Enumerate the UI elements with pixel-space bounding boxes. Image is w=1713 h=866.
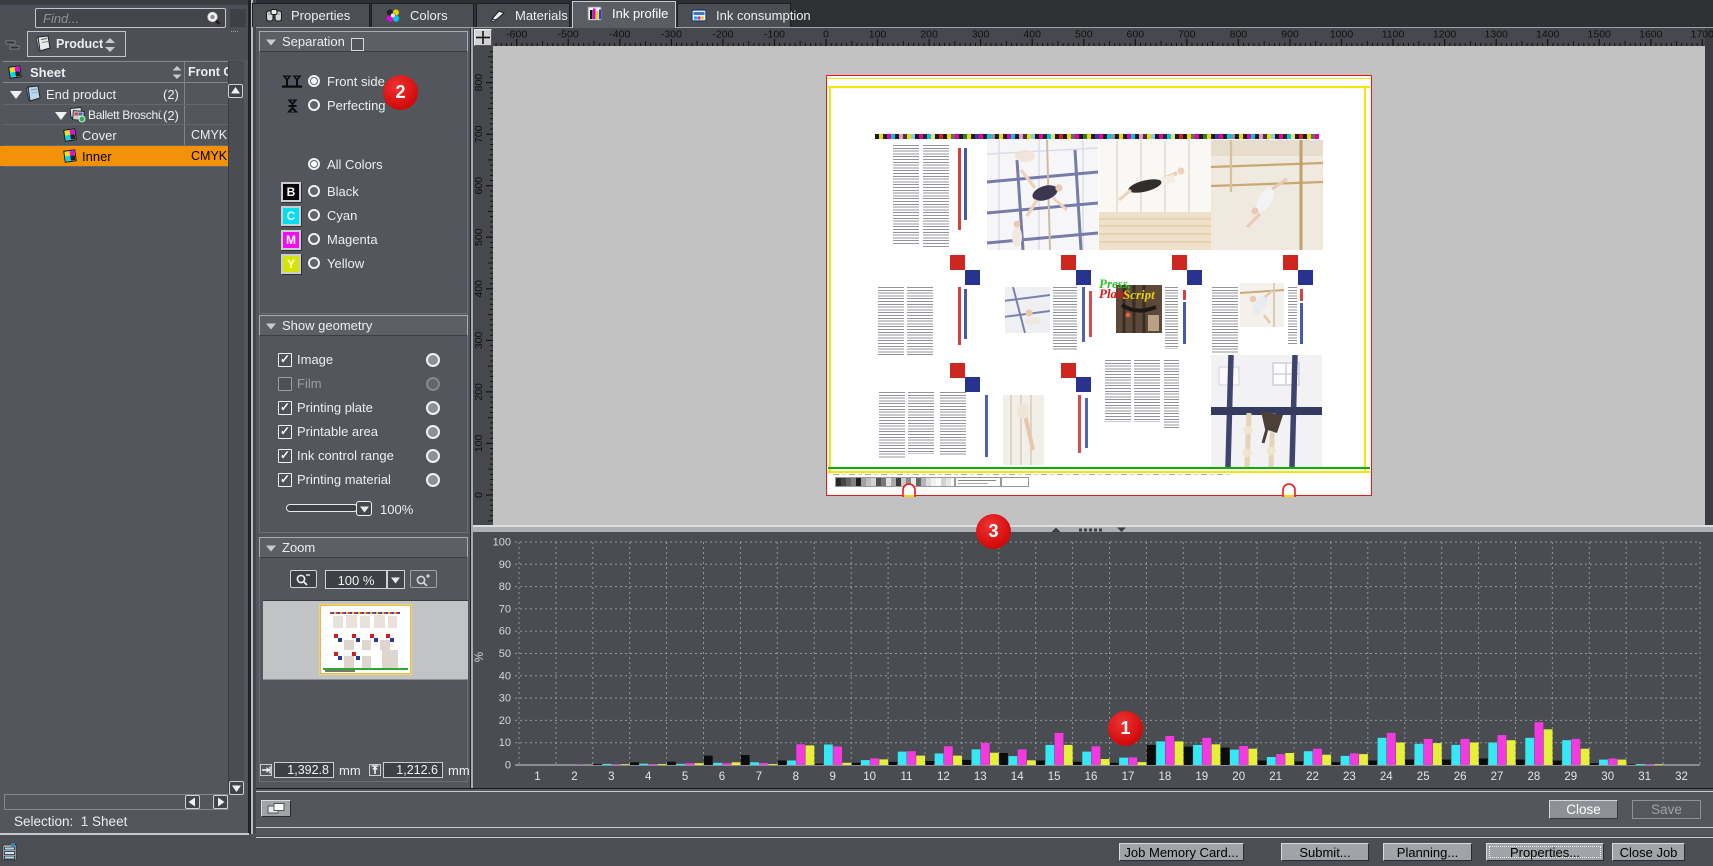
svg-text:100: 100 [493,537,511,549]
svg-text:400: 400 [473,280,485,298]
svg-text:23: 23 [1343,771,1356,783]
svg-text:31: 31 [1638,771,1651,783]
svg-text:25: 25 [1417,771,1430,783]
svg-text:14: 14 [1011,771,1024,783]
svg-text:11: 11 [901,771,913,783]
svg-text:13: 13 [974,771,987,783]
svg-text:30: 30 [1601,771,1614,783]
svg-text:-500: -500 [558,29,579,41]
svg-text:10: 10 [863,771,876,783]
svg-text:70: 70 [499,603,511,615]
svg-text:%: % [474,652,486,662]
svg-text:7: 7 [756,771,762,783]
svg-text:10: 10 [499,737,511,749]
svg-text:9: 9 [829,771,835,783]
svg-text:16: 16 [1085,771,1098,783]
svg-text:1700: 1700 [1691,29,1713,41]
svg-text:4: 4 [645,771,652,783]
svg-text:200: 200 [920,29,938,41]
svg-text:26: 26 [1454,771,1467,783]
svg-text:90: 90 [499,559,511,571]
svg-text:100: 100 [869,29,887,41]
svg-text:0: 0 [473,492,485,498]
svg-text:21: 21 [1269,771,1282,783]
svg-text:1000: 1000 [1330,29,1354,41]
svg-text:24: 24 [1380,771,1393,783]
svg-text:22: 22 [1306,771,1319,783]
svg-text:800: 800 [1230,29,1248,41]
svg-text:1500: 1500 [1588,29,1612,41]
svg-text:5: 5 [682,771,688,783]
svg-text:60: 60 [499,626,511,638]
svg-text:28: 28 [1528,771,1541,783]
svg-text:300: 300 [972,29,990,41]
svg-text:12: 12 [937,771,950,783]
svg-text:-200: -200 [712,29,733,41]
svg-text:40: 40 [499,670,511,682]
svg-text:1200: 1200 [1433,29,1457,41]
svg-text:500: 500 [473,228,485,246]
svg-text:32: 32 [1675,771,1688,783]
svg-text:17: 17 [1122,771,1135,783]
svg-text:1100: 1100 [1382,29,1405,41]
svg-text:-400: -400 [609,29,630,41]
svg-text:600: 600 [473,177,485,195]
svg-text:15: 15 [1048,771,1061,783]
svg-text:1: 1 [534,771,540,783]
svg-text:27: 27 [1491,771,1504,783]
svg-text:900: 900 [1281,29,1299,41]
svg-text:1300: 1300 [1485,29,1509,41]
svg-text:3: 3 [608,771,614,783]
svg-text:18: 18 [1159,771,1172,783]
svg-text:-300: -300 [661,29,682,41]
svg-text:1400: 1400 [1536,29,1560,41]
svg-text:700: 700 [1178,29,1196,41]
svg-text:50: 50 [499,648,511,660]
svg-text:200: 200 [473,383,485,401]
svg-text:-600: -600 [506,29,527,41]
svg-text:19: 19 [1195,771,1208,783]
svg-text:600: 600 [1127,29,1145,41]
svg-text:20: 20 [499,715,511,727]
svg-text:100: 100 [473,434,485,452]
svg-text:20: 20 [1232,771,1245,783]
svg-text:300: 300 [473,331,485,349]
svg-text:30: 30 [499,693,511,705]
svg-text:700: 700 [473,125,485,143]
svg-text:800: 800 [473,74,485,92]
svg-text:500: 500 [1075,29,1093,41]
svg-text:400: 400 [1023,29,1041,41]
svg-text:6: 6 [719,771,725,783]
svg-text:80: 80 [499,581,511,593]
svg-text:2: 2 [571,771,577,783]
svg-text:29: 29 [1564,771,1577,783]
svg-text:-100: -100 [764,29,785,41]
svg-text:8: 8 [793,771,799,783]
svg-text:1600: 1600 [1639,29,1663,41]
svg-text:0: 0 [823,29,829,41]
svg-text:0: 0 [505,760,511,772]
